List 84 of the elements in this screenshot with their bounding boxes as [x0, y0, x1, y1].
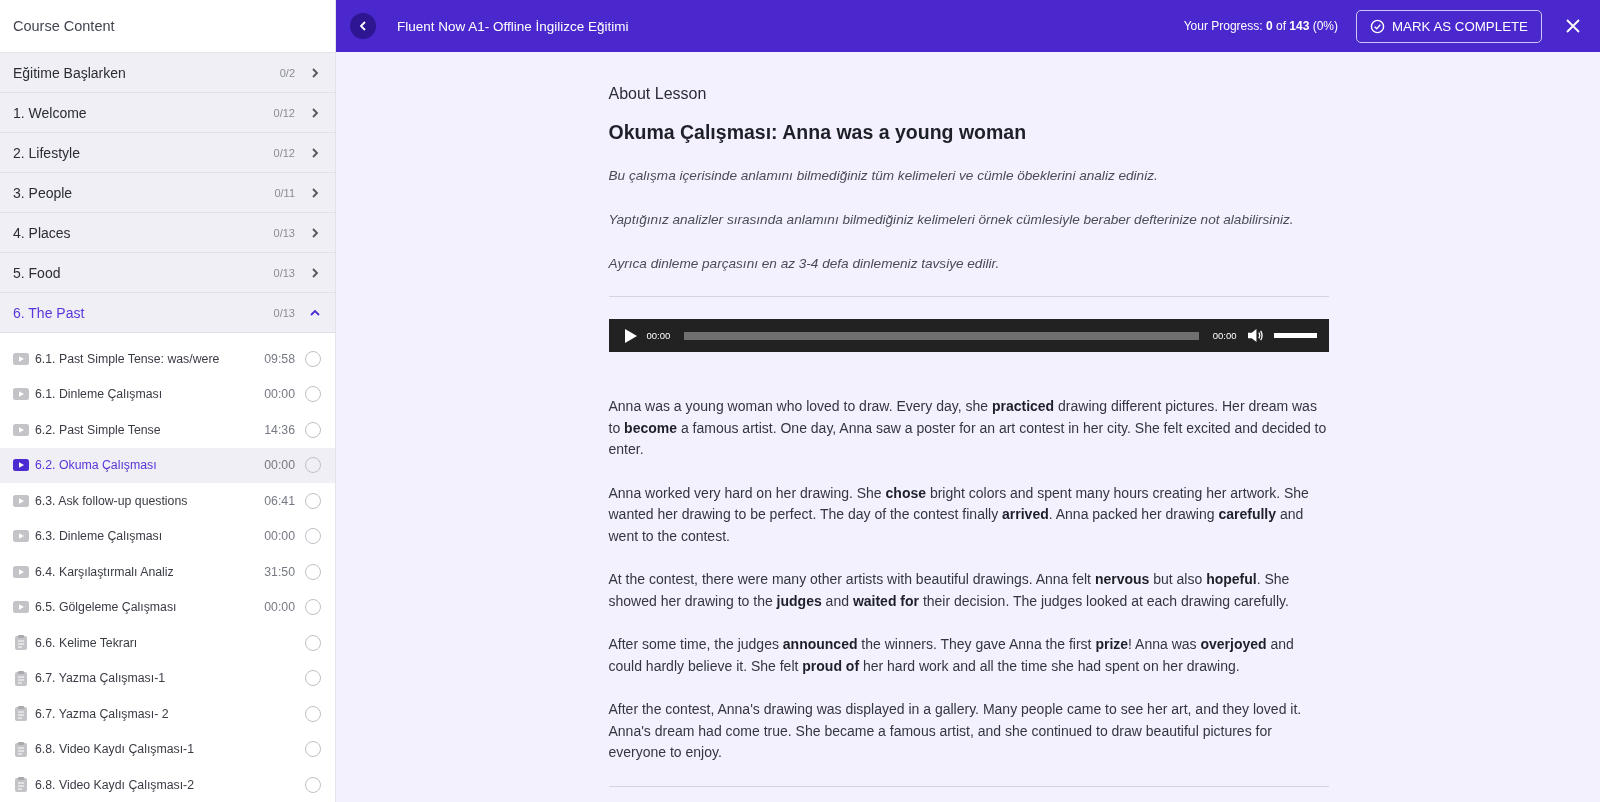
lesson-title: 6.7. Yazma Çalışması-1	[35, 671, 167, 686]
close-icon[interactable]	[1566, 19, 1580, 33]
lesson-item[interactable]: 6.4. Karşılaştırmalı Analiz 31:50	[0, 554, 335, 590]
story-paragraph: Anna worked very hard on her drawing. She chose bright colors and spent many hours creating her artwork. She wanted her drawing to be perfect. The day of the contest finally arrived. Anna packed her drawing carefully and went to the contest.	[608, 483, 1310, 546]
lesson-item[interactable]: 6.7. Yazma Çalışması-1	[0, 660, 335, 696]
section-header[interactable]: 4. Places 0/13	[0, 213, 335, 253]
course-title: Fluent Now A1- Offline İngilizce Eğitimi	[397, 18, 630, 34]
current-time: 00:00	[646, 330, 671, 341]
story-paragraph: After some time, the judges announced the winners. They gave Anna the first prize! Anna was overjoyed and could hardly believe it. She felt proud of her hard work and all the time she had spent on her drawing.	[608, 635, 1295, 676]
lesson-item[interactable]: 6.3. Dinleme Çalışması 00:00	[0, 518, 335, 554]
lesson-title: 6.5. Gölgeleme Çalışması	[35, 600, 178, 615]
lesson-item[interactable]: 6.2. Past Simple Tense 14:36	[0, 412, 335, 448]
lesson-item[interactable]: 6.1. Dinleme Çalışması 00:00	[0, 376, 335, 412]
lesson-item[interactable]: 6.7. Yazma Çalışması- 2	[0, 696, 335, 732]
lesson-duration: 14:36	[264, 422, 295, 437]
video-icon	[13, 601, 29, 614]
lesson-item[interactable]: 6.6. Kelime Tekrarı	[0, 625, 335, 661]
lesson-duration: 09:58	[264, 351, 295, 366]
lesson-title: 6.2. Past Simple Tense	[35, 422, 162, 437]
section-header[interactable]: 2. Lifestyle 0/12	[0, 133, 335, 173]
video-icon	[13, 423, 29, 436]
lesson-duration: 00:00	[264, 387, 295, 402]
video-icon	[13, 530, 29, 543]
chevron-right-icon	[309, 266, 321, 279]
story-paragraph: After the contest, Anna's drawing was displayed in a gallery. Many people came to see her art, and they loved it. Anna's dream had come true. She became a famous artist, and she continued to draw beautiful pictures for everyone to enjoy.	[608, 700, 1303, 762]
seek-bar[interactable]	[684, 331, 1199, 340]
play-icon[interactable]	[624, 328, 637, 343]
lesson-title: 6.7. Yazma Çalışması- 2	[35, 706, 170, 721]
chevron-right-icon	[309, 146, 321, 159]
instruction-text: Ayrıca dinleme parçasını en az 3-4 defa dinlemeniz tavsiye edilir.	[608, 256, 1001, 271]
section-header[interactable]: 5. Food 0/13	[0, 253, 335, 293]
mark-complete-button[interactable]: MARK AS COMPLETE	[1356, 9, 1542, 43]
section-header[interactable]: 1. Welcome 0/12	[0, 93, 335, 133]
video-icon	[13, 459, 29, 472]
lesson-item[interactable]: 6.8. Video Kaydı Çalışması-2	[0, 767, 335, 802]
lesson-duration: 00:00	[264, 529, 295, 544]
video-icon	[13, 565, 29, 578]
lesson-item[interactable]: 6.5. Gölgeleme Çalışması 00:00	[0, 589, 335, 625]
lesson-title: 6.2. Okuma Çalışması	[35, 458, 158, 473]
lesson-item[interactable]: 6.2. Okuma Çalışması 00:00	[0, 447, 335, 483]
chevron-right-icon	[309, 66, 321, 79]
lesson-item[interactable]: 6.3. Ask follow-up questions 06:41	[0, 483, 335, 519]
video-icon	[13, 494, 29, 507]
document-icon	[13, 635, 29, 651]
progress-text: Your Progress: 0 of 143 (0%)	[1183, 19, 1339, 33]
section-header[interactable]: Eğitime Başlarken 0/2	[0, 53, 335, 93]
back-button[interactable]	[350, 13, 376, 39]
section-header[interactable]: 6. The Past 0/13	[0, 293, 335, 333]
lesson-title: 6.3. Ask follow-up questions	[35, 493, 189, 508]
document-icon	[13, 777, 29, 793]
lesson-title-heading: Okuma Çalışması: Anna was a young woman	[608, 121, 1028, 144]
duration-time: 00:00	[1212, 330, 1237, 341]
lesson-title: 6.1. Past Simple Tense: was/were	[35, 351, 221, 366]
lesson-duration: 00:00	[264, 458, 295, 473]
document-icon	[13, 706, 29, 722]
check-circle-icon	[1370, 18, 1386, 34]
speaker-icon[interactable]	[1246, 328, 1264, 343]
chevron-right-icon	[309, 226, 321, 239]
section-label: About Lesson	[608, 85, 708, 103]
video-icon	[13, 352, 29, 365]
document-icon	[13, 741, 29, 757]
lesson-duration: 06:41	[264, 493, 295, 508]
video-icon	[13, 388, 29, 401]
story-paragraph: At the contest, there were many other artists with beautiful drawings. Anna felt nervous but also hopeful. She showed her drawing to the judges and waited for their decision. The judges looked at each drawing carefully.	[608, 570, 1291, 611]
volume-slider[interactable]	[1273, 333, 1317, 338]
lesson-title: 6.4. Karşılaştırmalı Analiz	[35, 564, 175, 579]
instruction-text: Bu çalışma içerisinde anlamını bilmediğiniz tüm kelimeleri ve cümle öbeklerini analiz ediniz.	[608, 168, 1159, 183]
chevron-right-icon	[309, 106, 321, 119]
sidebar-title: Course Content	[13, 18, 115, 34]
section-header[interactable]: 3. People 0/11	[0, 173, 335, 213]
instruction-text: Yaptığınız analizler sırasında anlamını bilmediğiniz kelimeleri örnek cümlesiyle beraber defterinize not alabilirsiniz.	[608, 212, 1295, 227]
lesson-item[interactable]: 6.1. Past Simple Tense: was/were 09:58	[0, 341, 335, 377]
lesson-title: 6.3. Dinleme Çalışması	[35, 529, 164, 544]
lesson-title: 6.8. Video Kaydı Çalışması-1	[35, 742, 196, 757]
lesson-title: 6.6. Kelime Tekrarı	[35, 635, 139, 650]
chevron-left-icon	[357, 20, 369, 32]
lesson-duration: 31:50	[264, 564, 295, 579]
lesson-title: 6.8. Video Kaydı Çalışması-2	[35, 777, 196, 792]
lesson-item[interactable]: 6.8. Video Kaydı Çalışması-1	[0, 731, 335, 767]
lesson-duration: 00:00	[264, 600, 295, 615]
story-paragraph: Anna was a young woman who loved to draw. Every day, she practiced drawing different pictures. Her dream was to become a famous artist. One day, Anna saw a poster for an art contest in her city. She felt excited and decided to enter.	[608, 397, 1328, 459]
document-icon	[13, 670, 29, 686]
chevron-right-icon	[309, 186, 321, 199]
lesson-title: 6.1. Dinleme Çalışması	[35, 387, 164, 402]
